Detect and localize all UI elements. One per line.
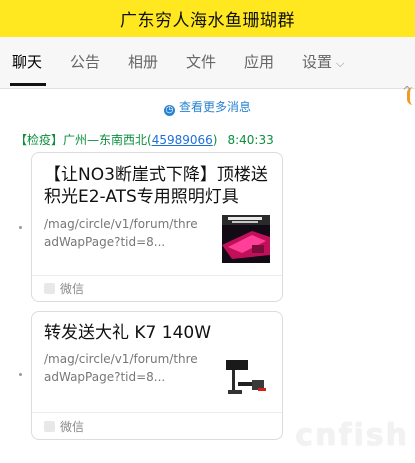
bullet-dot [19, 373, 22, 376]
message-time: 8:40:33 [227, 133, 274, 147]
card-url-line1: /mag/circle/v1/forum/thre [44, 217, 198, 231]
tab-settings[interactable]: 设置 ⌵ [302, 51, 344, 72]
card-thumbnail-image [222, 215, 270, 263]
card-title-line1: 【让NO3断崖式下降】顶楼送 [44, 165, 268, 185]
chevron-down-icon: ⌵ [336, 57, 345, 70]
load-more-label: 查看更多消息 [178, 100, 251, 114]
clock-icon: ◷ [163, 105, 175, 116]
card-url-line1: /mag/circle/v1/forum/thre [44, 352, 198, 366]
collapse-caret-icon[interactable]: ^ [402, 84, 412, 98]
sender-suffix: ) [212, 133, 218, 147]
card-url-line2: adWapPage?tid=8... [44, 235, 166, 249]
active-tab-indicator [10, 83, 46, 86]
window-titlebar: 广东穷人海水鱼珊瑚群 [0, 0, 415, 37]
load-more-messages[interactable]: ◷ 查看更多消息 [0, 98, 415, 116]
tab-settings-label: 设置 [302, 53, 333, 71]
tab-chat[interactable]: 聊天 [12, 51, 42, 72]
wechat-icon [44, 283, 55, 294]
message-sender: 【检疫】广州—东南西北(45989066) 8:40:33 [15, 131, 274, 148]
card-thumbnail-image [222, 354, 270, 402]
card-footer: 微信 [32, 412, 282, 439]
tab-album[interactable]: 相册 [128, 51, 158, 72]
sender-name: 【检疫】广州—东南西北( [15, 133, 152, 147]
group-title: 广东穷人海水鱼珊瑚群 [120, 11, 295, 31]
site-watermark: cnfish [295, 418, 409, 453]
link-card[interactable]: 转发送大礼 K7 140W /mag/circle/v1/forum/thre … [31, 311, 283, 440]
card-source: 微信 [60, 420, 85, 434]
tab-apps[interactable]: 应用 [244, 51, 274, 72]
card-footer: 微信 [32, 275, 282, 301]
bullet-dot [19, 226, 22, 229]
wechat-icon [44, 421, 55, 432]
link-card[interactable]: 【让NO3断崖式下降】顶楼送 积光E2-ATS专用照明灯具 /mag/circl… [31, 152, 283, 302]
card-title-line2: 积光E2-ATS专用照明灯具 [44, 187, 239, 207]
card-title-line1: 转发送大礼 K7 140W [44, 323, 212, 343]
tab-files[interactable]: 文件 [186, 51, 216, 72]
tab-bar: 聊天 公告 相册 文件 应用 设置 ⌵ [0, 37, 415, 105]
card-source: 微信 [60, 282, 85, 296]
card-url-line2: adWapPage?tid=8... [44, 370, 166, 384]
tab-announcement[interactable]: 公告 [70, 51, 100, 72]
sender-qq-link[interactable]: 45989066 [152, 133, 213, 147]
